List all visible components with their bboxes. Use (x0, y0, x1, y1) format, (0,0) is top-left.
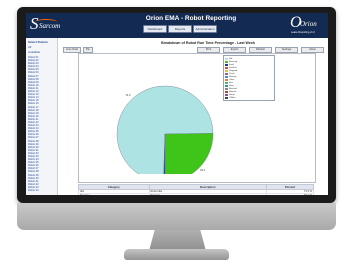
legend-label: Idle (229, 57, 233, 60)
sidebar-item-robot[interactable]: Robot 44 (28, 189, 57, 192)
legend-swatch (225, 87, 228, 90)
orion-logo-text: Orion (300, 20, 317, 28)
legend-label: Stopped (229, 69, 238, 72)
legend-label: Other (229, 78, 235, 81)
report-title: Breakdown of Robot Run Time Percentage -… (161, 41, 255, 45)
sarcom-logo[interactable]: S Sarcom (30, 14, 66, 33)
legend-label: Faulted (229, 66, 237, 69)
legend-swatch (225, 78, 228, 81)
legend-swatch (225, 84, 228, 87)
legend-swatch (225, 69, 228, 72)
legend-swatch (225, 90, 228, 93)
screen: S Sarcom Orion EMA - Robot Reporting Das… (26, 13, 328, 195)
logo-s: S (30, 14, 39, 33)
legend-label: Offline (229, 96, 236, 99)
legend-label: Waiting (229, 75, 237, 78)
legend-swatch (225, 60, 228, 63)
dashboard-button[interactable]: Dashboard (143, 25, 167, 33)
robot-sidebar: Select Robots All Available Robot 01 Robo… (26, 38, 58, 195)
cell-percent: 25.2 % (266, 193, 314, 195)
legend-swatch (225, 57, 228, 60)
legend-swatch (225, 72, 228, 75)
legend-label: Setup (229, 93, 235, 96)
monitor-chin (17, 203, 336, 230)
legend-swatch (225, 75, 228, 78)
page-title: Orion EMA - Robot Reporting (145, 15, 237, 22)
legend-swatch (225, 96, 228, 99)
reports-button[interactable]: Reports (168, 25, 192, 33)
legend-label: Fault (229, 63, 234, 66)
pie-chart: 74.325.20.5 (116, 85, 214, 174)
monitor-frame: S Sarcom Orion EMA - Robot Reporting Das… (17, 7, 336, 203)
legend-label: Run (229, 81, 234, 84)
app-header: S Sarcom Orion EMA - Robot Reporting Das… (26, 13, 328, 38)
legend-label: Manual (229, 90, 237, 93)
legend-label: Teach (229, 72, 235, 75)
legend-swatch (225, 93, 228, 96)
legend-swatch (225, 81, 228, 84)
administration-button[interactable]: Administration (193, 25, 217, 33)
chart-panel: 74.325.20.5 IdleRunningFaultFaultedStopp… (78, 53, 316, 183)
robot-list: Robot 01 Robot 02 Robot 03 Robot 04 Robot 05… (26, 54, 57, 192)
pie-slice[interactable] (164, 133, 214, 174)
legend-label: Blocked (229, 87, 237, 90)
orion-logo: O Orion Lease Reporting v1.0 (290, 14, 324, 36)
table-body: IdleRobot idle74.3 %RunningRunning25.2 %… (78, 189, 314, 195)
table-row[interactable]: RunningRunning25.2 % (78, 193, 314, 195)
cell-category: Running (78, 193, 150, 195)
breakdown-table: Category Description Percent Idle Robot i… (78, 184, 314, 195)
legend-swatch (225, 63, 228, 66)
legend-swatch (225, 66, 228, 69)
logo-word: Sarcom (39, 22, 61, 30)
monitor-stand-neck (149, 230, 206, 251)
monitor-stand-base (124, 249, 229, 260)
pie-data-label: 74.3 (125, 93, 131, 97)
pie-data-label: 25.2 (200, 168, 206, 172)
main-panel: Breakdown of Robot Run Time Percentage -… (58, 38, 328, 195)
legend-entry: Offline (225, 96, 273, 99)
cell-description: Running (148, 193, 267, 195)
orion-logo-caption: Lease Reporting v1.0 (291, 31, 315, 34)
chart-legend: Idle Running Fault Faulted Stopped Teach Waiti… (223, 55, 275, 101)
legend-label: Running (229, 60, 238, 63)
legend-label: Slow (229, 84, 234, 87)
